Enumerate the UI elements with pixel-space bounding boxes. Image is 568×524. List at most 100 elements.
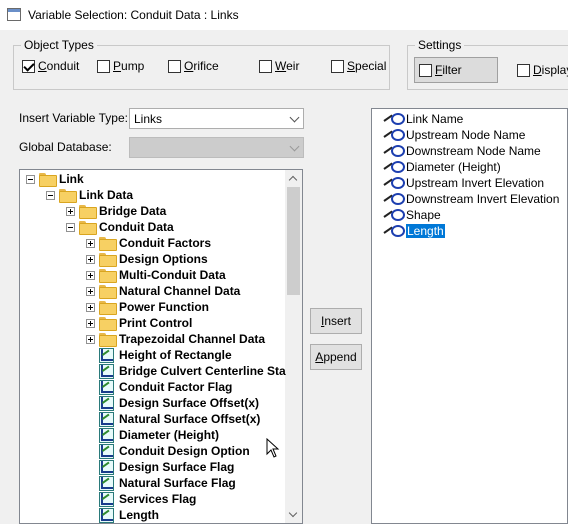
- tree-folder-node[interactable]: Design Options: [86, 251, 208, 267]
- insert-variable-type-select[interactable]: Links: [129, 108, 304, 129]
- pump-checkbox-box[interactable]: [97, 59, 110, 73]
- conduit-checkbox[interactable]: Conduit: [22, 58, 79, 74]
- tree-variable-node[interactable]: Length: [99, 507, 159, 523]
- expand-icon[interactable]: [86, 270, 95, 280]
- key-icon: [384, 193, 405, 205]
- tree-variable-node[interactable]: Height of Rectangle: [99, 347, 232, 363]
- chevron-down-icon: [289, 141, 300, 152]
- tree-variable-node[interactable]: Natural Surface Flag: [99, 475, 236, 491]
- tree-folder-node[interactable]: Print Control: [86, 315, 192, 331]
- selected-variable-item[interactable]: Downstream Node Name: [384, 143, 541, 159]
- expand-icon[interactable]: [66, 206, 75, 216]
- tree-folder-node[interactable]: Bridge Data: [66, 203, 166, 219]
- orifice-checkbox-box[interactable]: [168, 59, 181, 73]
- selected-variable-item[interactable]: Length: [384, 223, 445, 239]
- expand-icon[interactable]: [86, 318, 95, 328]
- conduit-checkbox-box[interactable]: [22, 59, 35, 73]
- selected-variable-item[interactable]: Diameter (Height): [384, 159, 501, 175]
- tree-node-label: Link Data: [79, 188, 134, 202]
- chevron-down-icon[interactable]: [289, 112, 300, 123]
- insert-button[interactable]: Insert: [310, 308, 362, 334]
- tree-folder-node[interactable]: Conduit Data: [66, 219, 174, 235]
- tree-variable-node[interactable]: Bridge Culvert Centerline Sta: [99, 363, 286, 379]
- tree-node-label: Design Surface Flag: [119, 460, 235, 474]
- folder-icon: [99, 285, 117, 299]
- tree-variable-node[interactable]: Design Surface Offset(x): [99, 395, 259, 411]
- selected-variable-item[interactable]: Upstream Node Name: [384, 127, 525, 143]
- variable-icon: [99, 491, 114, 507]
- selected-variable-item[interactable]: Shape: [384, 207, 441, 223]
- tree-variable-node[interactable]: Conduit Design Option: [99, 443, 250, 459]
- tree-folder-node[interactable]: Multi-Conduit Data: [86, 267, 226, 283]
- mouse-cursor-icon: [266, 438, 280, 458]
- collapse-icon[interactable]: [66, 222, 75, 232]
- tree-variable-node[interactable]: Services Flag: [99, 491, 196, 507]
- orifice-checkbox-label: Orifice: [184, 59, 219, 73]
- tree-folder-node[interactable]: Link Data: [46, 187, 133, 203]
- display-label: Display: [533, 63, 568, 77]
- folder-icon: [79, 221, 97, 235]
- settings-legend: Settings: [415, 38, 465, 52]
- tree-node-label: Length: [119, 508, 159, 522]
- special-checkbox-box[interactable]: [331, 59, 344, 73]
- expand-icon[interactable]: [86, 334, 95, 344]
- tree-node-label: Conduit Data: [99, 220, 174, 234]
- selected-variable-item[interactable]: Upstream Invert Elevation: [384, 175, 544, 191]
- scroll-thumb[interactable]: [287, 187, 300, 295]
- folder-icon: [99, 269, 117, 283]
- scroll-up-icon[interactable]: [288, 175, 298, 185]
- variable-icon: [99, 379, 114, 395]
- variable-tree[interactable]: Link Link Data Bridge Data Conduit Data Cond…: [19, 169, 303, 524]
- filter-checkbox-box[interactable]: [419, 63, 432, 77]
- folder-icon: [39, 173, 57, 187]
- tree-node-label: Natural Surface Offset(x): [119, 412, 261, 426]
- tree-node-label: Conduit Design Option: [119, 444, 250, 458]
- window-icon: [7, 8, 21, 21]
- folder-icon: [99, 237, 117, 251]
- tree-node-label: Print Control: [119, 316, 193, 330]
- expand-icon[interactable]: [86, 254, 95, 264]
- expand-icon[interactable]: [86, 238, 95, 248]
- variable-icon: [99, 411, 114, 427]
- display-checkbox-box[interactable]: [517, 63, 530, 77]
- object-types-legend: Object Types: [21, 38, 97, 52]
- weir-checkbox[interactable]: Weir: [259, 58, 299, 74]
- orifice-checkbox[interactable]: Orifice: [168, 58, 219, 74]
- tree-folder-node[interactable]: Natural Channel Data: [86, 283, 240, 299]
- selected-variable-item[interactable]: Downstream Invert Elevation: [384, 191, 559, 207]
- weir-checkbox-box[interactable]: [259, 59, 272, 73]
- folder-icon: [59, 189, 77, 203]
- expand-icon[interactable]: [86, 302, 95, 312]
- tree-node-label: Multi-Conduit Data: [119, 268, 226, 282]
- selected-variables-list[interactable]: Link Name Upstream Node Name Downstream No…: [371, 108, 568, 524]
- variable-icon: [99, 363, 114, 379]
- expand-icon[interactable]: [86, 286, 95, 296]
- collapse-icon[interactable]: [46, 190, 55, 200]
- tree-folder-node[interactable]: Link: [26, 171, 84, 187]
- tree-variable-node[interactable]: Diameter (Height): [99, 427, 219, 443]
- display-checkbox[interactable]: Display: [517, 62, 568, 78]
- collapse-icon[interactable]: [26, 174, 35, 184]
- tree-variable-node[interactable]: Design Surface Flag: [99, 459, 234, 475]
- special-checkbox[interactable]: Special: [331, 58, 386, 74]
- tree-folder-node[interactable]: Trapezoidal Channel Data: [86, 331, 265, 347]
- tree-node-label: Power Function: [119, 300, 209, 314]
- selected-variable-label: Length: [406, 224, 445, 238]
- tree-folder-node[interactable]: Conduit Factors: [86, 235, 211, 251]
- selected-variable-item[interactable]: Link Name: [384, 111, 463, 127]
- tree-folder-node[interactable]: Power Function: [86, 299, 209, 315]
- tree-node-label: Natural Surface Flag: [119, 476, 236, 490]
- tree-vertical-scrollbar[interactable]: [285, 170, 302, 523]
- folder-icon: [99, 333, 117, 347]
- filter-toggle[interactable]: Filter: [414, 57, 498, 83]
- special-checkbox-label: Special: [347, 59, 387, 73]
- append-button-label: Append: [315, 350, 357, 364]
- pump-checkbox[interactable]: Pump: [97, 58, 144, 74]
- filter-label: Filter: [435, 63, 462, 77]
- folder-icon: [99, 301, 117, 315]
- scroll-down-icon[interactable]: [288, 508, 298, 518]
- append-button[interactable]: Append: [310, 344, 362, 370]
- weir-checkbox-label: Weir: [275, 59, 300, 73]
- tree-variable-node[interactable]: Conduit Factor Flag: [99, 379, 232, 395]
- tree-variable-node[interactable]: Natural Surface Offset(x): [99, 411, 260, 427]
